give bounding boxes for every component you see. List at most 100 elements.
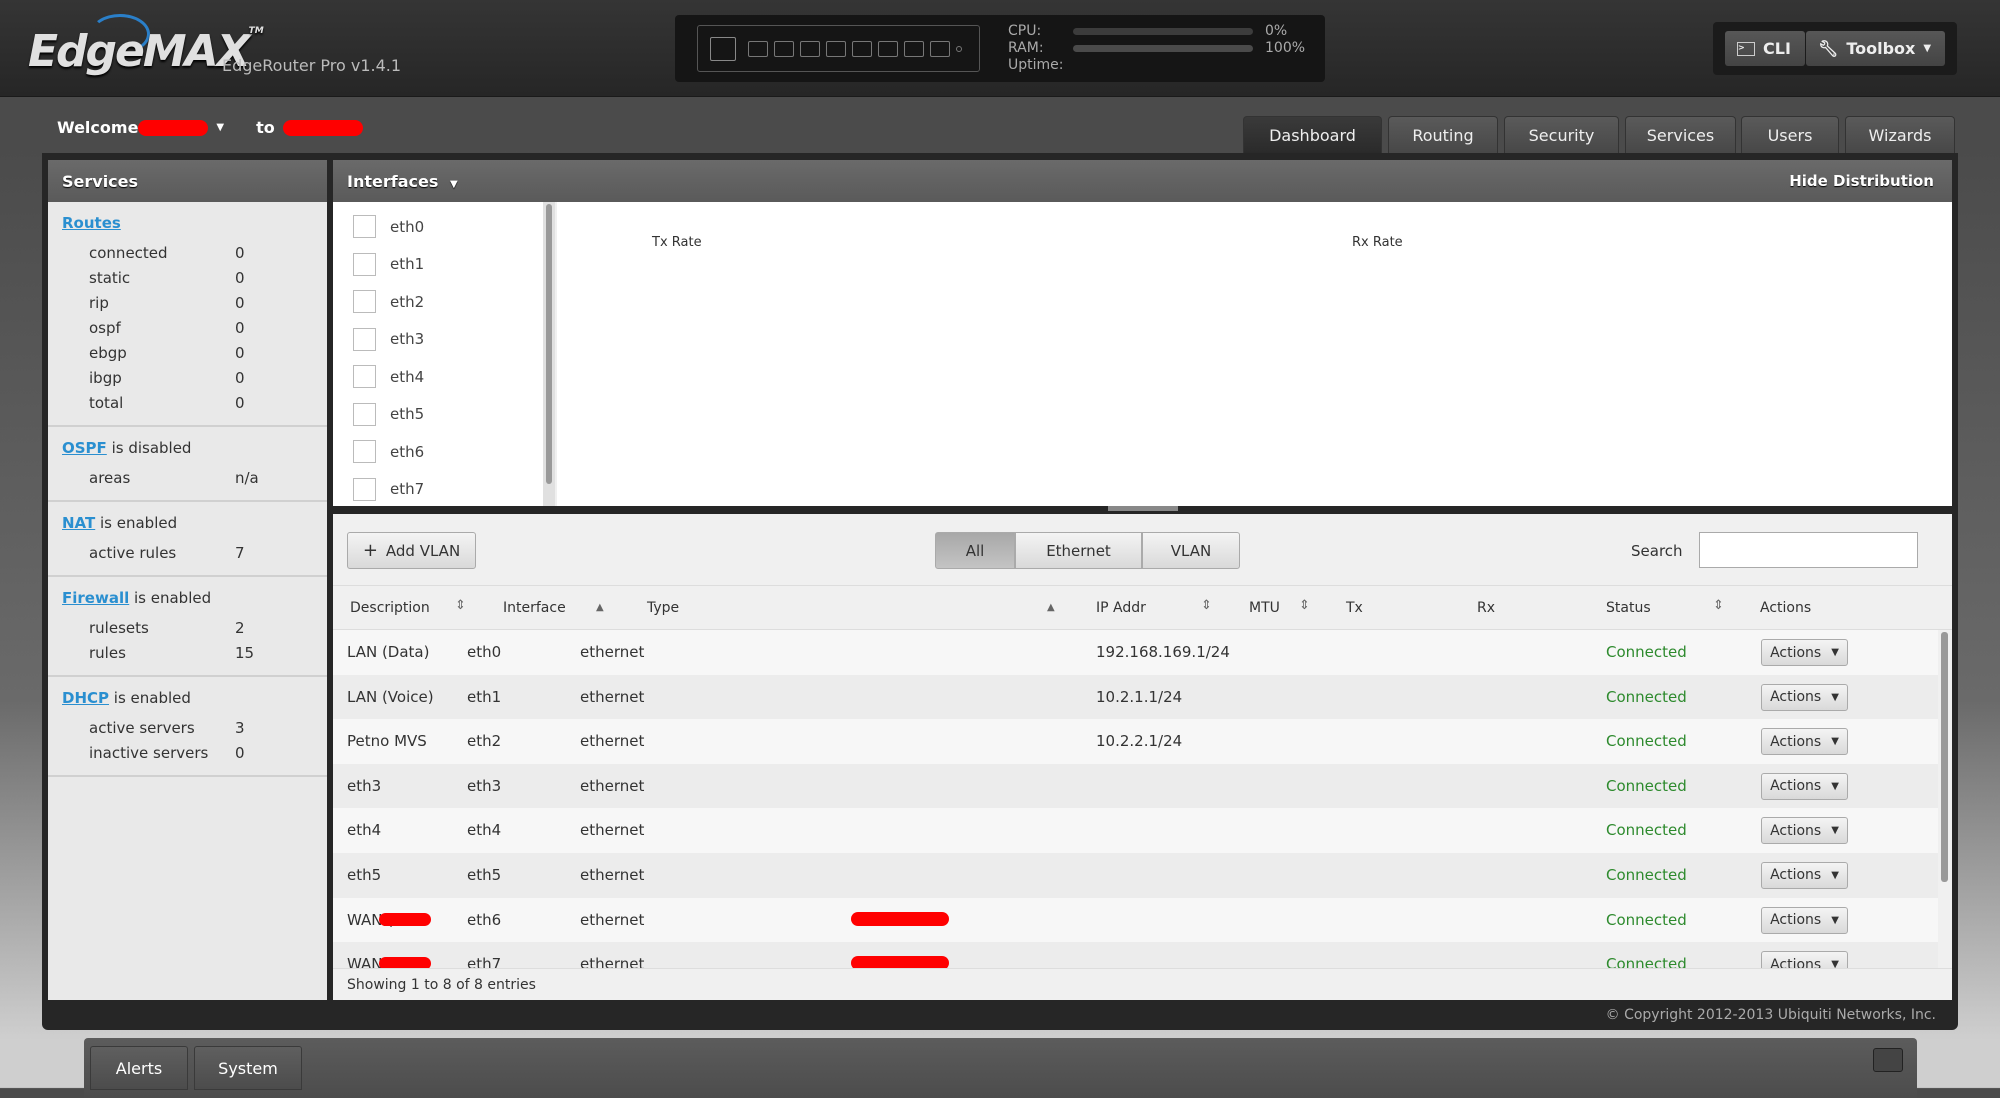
stat-key: inactive servers xyxy=(89,743,209,762)
toolbox-button[interactable]: 🔧︎ Toolbox ▼ xyxy=(1806,31,1945,66)
cell-interface: eth7 xyxy=(467,955,502,968)
actions-dropdown-button[interactable]: Actions ▼ xyxy=(1761,728,1848,756)
cell-interface: eth0 xyxy=(467,643,502,661)
resize-handle[interactable] xyxy=(333,506,1952,514)
interface-checkbox[interactable] xyxy=(353,365,376,389)
cli-button[interactable]: > CLI xyxy=(1725,31,1805,66)
interface-list-scrollbar[interactable] xyxy=(543,202,555,506)
actions-dropdown-button[interactable]: Actions ▼ xyxy=(1761,906,1848,934)
cell-interface: eth3 xyxy=(467,776,502,795)
col-status[interactable]: Status xyxy=(1606,600,1651,616)
firewall-link[interactable]: Firewall xyxy=(62,589,129,607)
interface-name: eth7 xyxy=(390,480,425,499)
nat-link[interactable]: NAT xyxy=(62,514,95,532)
table-row: WAN (eth7 ethernet Connected Actions ▼ xyxy=(333,942,1938,968)
tab-dashboard[interactable]: Dashboard xyxy=(1243,116,1382,154)
col-interface[interactable]: Interface xyxy=(503,600,566,616)
interface-item[interactable]: eth0 xyxy=(333,208,555,246)
actions-dropdown-button[interactable]: Actions ▼ xyxy=(1761,951,1848,968)
col-actions: Actions xyxy=(1760,600,1812,616)
cell-description: eth5 xyxy=(347,865,382,884)
add-vlan-button[interactable]: + Add VLAN xyxy=(347,532,476,569)
interface-checkbox[interactable] xyxy=(353,252,376,276)
cli-label: CLI xyxy=(1763,39,1791,58)
interface-checkbox[interactable] xyxy=(353,477,376,501)
sort-both-icon[interactable]: ⇕ xyxy=(1299,598,1310,613)
tab-services[interactable]: Services xyxy=(1625,116,1736,154)
nat-section: NAT is enabled active rules 7 xyxy=(48,502,327,577)
interface-item[interactable]: eth2 xyxy=(333,283,555,321)
interface-checkbox[interactable] xyxy=(353,402,376,426)
sort-asc-icon[interactable]: ▲ xyxy=(596,602,604,613)
interface-item[interactable]: eth1 xyxy=(333,246,555,284)
cell-ip-addr: 192.168.169.1/24 xyxy=(1096,643,1230,661)
interface-item[interactable]: eth5 xyxy=(333,396,555,434)
stat-row: rip 0 xyxy=(62,290,327,315)
col-mtu[interactable]: MTU xyxy=(1249,600,1280,616)
cpu-bar xyxy=(1073,28,1253,35)
interfaces-menu[interactable]: Interfaces ▼ xyxy=(347,172,458,191)
redaction-mark xyxy=(379,957,431,968)
tab-wizards[interactable]: Wizards xyxy=(1845,116,1955,154)
interface-item[interactable]: eth7 xyxy=(333,471,555,507)
port-diagram xyxy=(697,25,980,72)
ospf-link[interactable]: OSPF xyxy=(62,439,107,457)
tab-routing[interactable]: Routing xyxy=(1388,116,1498,154)
hide-distribution-link[interactable]: Hide Distribution xyxy=(1789,172,1934,190)
interface-item[interactable]: eth4 xyxy=(333,358,555,396)
actions-dropdown-button[interactable]: Actions ▼ xyxy=(1761,683,1848,711)
add-vlan-label: Add VLAN xyxy=(385,541,461,560)
tab-security[interactable]: Security xyxy=(1504,116,1619,154)
welcome-label: Welcome xyxy=(57,118,139,137)
col-ip-addr[interactable]: IP Addr xyxy=(1096,600,1146,616)
search-input[interactable] xyxy=(1699,532,1918,568)
interface-name: eth0 xyxy=(390,217,425,236)
stat-key: connected xyxy=(89,243,168,262)
col-type[interactable]: Type xyxy=(647,600,679,616)
interface-item[interactable]: eth6 xyxy=(333,433,555,471)
user-menu-chevron-icon[interactable]: ▼ xyxy=(216,122,224,133)
actions-dropdown-button[interactable]: Actions ▼ xyxy=(1761,639,1848,666)
filter-all[interactable]: All xyxy=(935,532,1015,569)
stat-row: areas n/a xyxy=(62,465,327,490)
stat-value: 15 xyxy=(235,643,255,662)
interface-checkbox[interactable] xyxy=(353,215,376,239)
chevron-down-icon: ▼ xyxy=(1831,914,1839,926)
filter-ethernet[interactable]: Ethernet xyxy=(1015,532,1142,569)
stat-value: 0 xyxy=(235,368,245,387)
tab-users[interactable]: Users xyxy=(1741,116,1839,154)
sort-both-icon[interactable]: ⇕ xyxy=(1201,598,1212,613)
interface-item[interactable]: eth3 xyxy=(333,321,555,359)
tab-system[interactable]: System xyxy=(194,1046,302,1090)
actions-dropdown-button[interactable]: Actions ▼ xyxy=(1761,817,1848,845)
stat-value: 0 xyxy=(235,393,245,412)
interfaces-table-body: LAN (Data) eth0 ethernet 192.168.169.1/24 Co… xyxy=(333,630,1938,968)
interface-checkbox[interactable] xyxy=(353,440,376,464)
dhcp-section: DHCP is enabled active servers 3 inactive … xyxy=(48,677,327,777)
sort-asc-icon[interactable]: ▲ xyxy=(1047,602,1055,613)
dhcp-link[interactable]: DHCP xyxy=(62,689,109,707)
status-led-icon xyxy=(956,45,962,52)
table-row: eth5 eth5 ethernet Connected Actions ▼ xyxy=(333,852,1938,898)
interface-checklist: eth0 eth1 eth2 eth3 eth4 eth5 eth6 eth7 xyxy=(333,202,555,506)
interface-checkbox[interactable] xyxy=(353,327,376,351)
sort-both-icon[interactable]: ⇕ xyxy=(455,598,466,613)
copyright: © Copyright 2012-2013 Ubiquiti Networks,… xyxy=(1605,1007,1936,1023)
actions-dropdown-button[interactable]: Actions ▼ xyxy=(1761,861,1848,889)
toggle-panel-button[interactable] xyxy=(1873,1048,1903,1072)
sort-both-icon[interactable]: ⇕ xyxy=(1713,598,1724,613)
routes-link[interactable]: Routes xyxy=(62,214,121,232)
interface-checkbox[interactable] xyxy=(353,290,376,314)
actions-dropdown-button[interactable]: Actions ▼ xyxy=(1761,772,1848,800)
tab-alerts[interactable]: Alerts xyxy=(90,1046,188,1090)
col-description[interactable]: Description xyxy=(350,600,430,616)
actions-label: Actions xyxy=(1770,778,1822,795)
table-row: eth4 eth4 ethernet Connected Actions ▼ xyxy=(333,808,1938,853)
chevron-down-icon: ▼ xyxy=(1831,959,1839,968)
table-row: LAN (Voice) eth1 ethernet 10.2.1.1/24 Connec… xyxy=(333,674,1938,720)
filter-vlan[interactable]: VLAN xyxy=(1142,532,1240,569)
table-scrollbar[interactable] xyxy=(1939,630,1951,968)
interface-name: eth3 xyxy=(390,330,425,349)
stat-value: 0 xyxy=(235,343,245,362)
cell-ip-addr: 10.2.1.1/24 xyxy=(1096,687,1183,706)
